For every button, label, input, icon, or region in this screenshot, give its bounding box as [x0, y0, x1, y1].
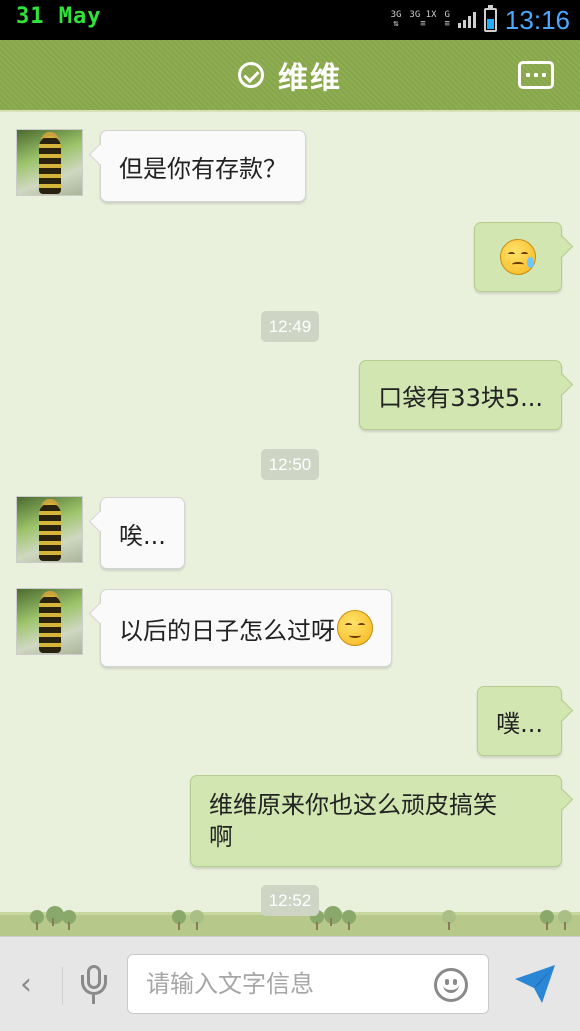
status-time: 13:16 [504, 4, 570, 35]
message-text: 唉... [119, 521, 166, 550]
more-icon [526, 73, 530, 77]
title-bar: 维维 [0, 40, 580, 112]
chevron-left-icon[interactable]: ‹ [20, 967, 32, 1002]
signal-icon [457, 12, 476, 28]
status-indicators: 3G ⇅ 3G 1X ≡ G ≡ 13:16 [391, 4, 570, 36]
check-circle-icon [238, 62, 264, 88]
message-text: 维维原来你也这么顽皮搞笑啊 [209, 791, 497, 851]
outgoing-message[interactable]: 噗... [477, 686, 562, 756]
microphone-icon[interactable] [80, 965, 108, 1005]
input-bar: ‹ [0, 936, 580, 1031]
contact-avatar[interactable] [16, 129, 83, 196]
title-group: 维维 [0, 40, 580, 110]
message-text: 以后的日子怎么过呀 [119, 616, 335, 645]
network-3g1x-indicator: 3G 1X ≡ [409, 10, 437, 29]
sad-emoji-icon [337, 610, 373, 646]
message-text: 噗... [496, 709, 543, 738]
status-date: 31 May [16, 4, 102, 29]
divider [62, 967, 63, 1005]
incoming-message[interactable]: 以后的日子怎么过呀 [100, 589, 392, 667]
battery-level [486, 19, 494, 29]
outgoing-message[interactable] [474, 222, 562, 292]
timestamp: 12:49 [261, 311, 319, 342]
smiley-icon[interactable] [434, 968, 468, 1002]
battery-icon [483, 5, 497, 32]
network-g-indicator: G ≡ [444, 10, 450, 29]
outgoing-message[interactable]: 维维原来你也这么顽皮搞笑啊 [190, 775, 562, 867]
outgoing-message[interactable]: 口袋有33块5... [359, 360, 562, 430]
message-text: 口袋有33块5... [378, 383, 543, 412]
incoming-message[interactable]: 唉... [100, 497, 185, 569]
status-bar: 31 May 3G ⇅ 3G 1X ≡ G ≡ 13:16 [0, 0, 580, 40]
incoming-message[interactable]: 但是你有存款？ [100, 130, 306, 202]
message-list[interactable]: 但是你有存款？ 12:49 口袋有33块5... 12:50 唉... 以后的日… [0, 112, 580, 936]
message-input-box [127, 954, 489, 1014]
contact-avatar[interactable] [16, 496, 83, 563]
message-input[interactable] [146, 955, 426, 1013]
timestamp: 12:50 [261, 449, 319, 480]
send-icon[interactable] [512, 961, 558, 1007]
chat-title: 维维 [278, 61, 342, 96]
contact-avatar[interactable] [16, 588, 83, 655]
message-text: 但是你有存款？ [119, 154, 287, 183]
sweat-emoji-icon [500, 239, 536, 275]
network-3g-indicator: 3G ⇅ [390, 10, 402, 29]
more-options-button[interactable] [518, 61, 554, 89]
timestamp: 12:52 [261, 885, 319, 916]
